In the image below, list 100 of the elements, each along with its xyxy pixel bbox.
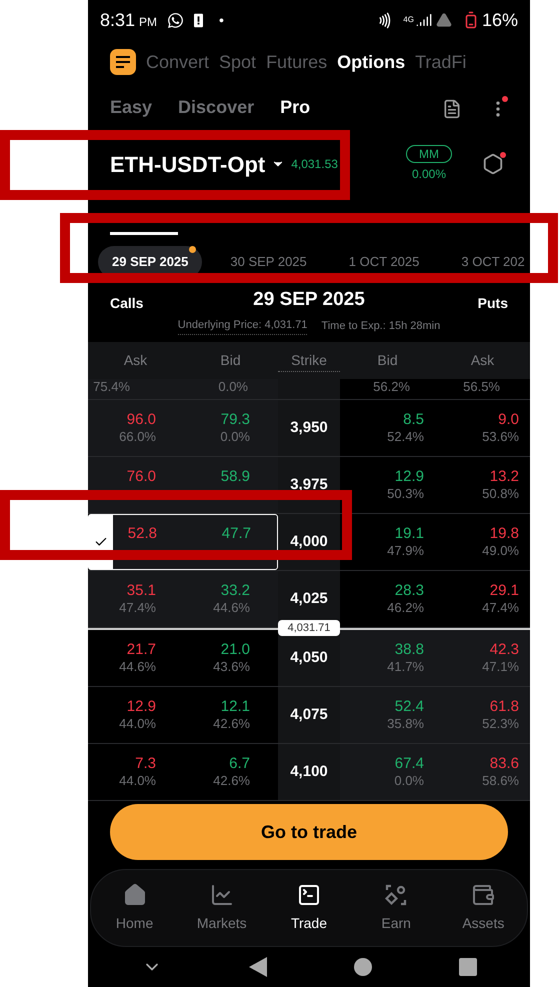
implied-volatility: 47.4% [119, 600, 156, 616]
option-price: 12.9 [394, 468, 424, 486]
option-price: 38.8 [394, 640, 424, 660]
column-header: Strike [278, 350, 340, 372]
implied-volatility: 46.2% [387, 600, 424, 616]
column-header: Bid [219, 351, 242, 370]
implied-volatility: 0.0% [394, 773, 424, 790]
implied-volatility: 44.0% [119, 773, 156, 790]
option-price: 67.4 [394, 754, 424, 774]
option-price: 19.8 [490, 524, 519, 544]
nav-tab[interactable]: Assets [443, 882, 524, 934]
wallet-icon [471, 882, 496, 906]
battery-percent: 16% [482, 8, 518, 32]
strike-cell: 4,075 [278, 687, 340, 743]
implied-volatility: 47.9% [387, 543, 424, 560]
nav-tab[interactable]: Home [94, 882, 175, 934]
recents-icon[interactable] [458, 958, 476, 976]
tab-underline [110, 232, 178, 235]
option-price: 7.3 [135, 754, 156, 774]
option-price: 83.6 [490, 754, 519, 774]
expiry-date-chip[interactable]: 30 SEP 2025 [216, 246, 321, 278]
column-header: Ask [122, 351, 148, 370]
implied-volatility: 50.8% [482, 486, 519, 502]
implied-volatility: 41.7% [387, 659, 424, 676]
mode-tab[interactable]: Discover [178, 84, 254, 134]
call-quote-cell[interactable]: 35.1 47.4% 33.2 44.6% [88, 571, 278, 627]
document-icon[interactable] [442, 99, 462, 119]
implied-volatility: 56.5% [463, 379, 500, 396]
option-price: 12.1 [220, 698, 250, 716]
implied-volatility: 35.8% [387, 716, 424, 732]
nav-tab[interactable]: Earn [356, 882, 436, 934]
mm-badge[interactable]: MM [406, 145, 452, 163]
option-price: 28.3 [394, 582, 424, 600]
implied-volatility: 53.6% [482, 429, 519, 446]
option-price: 21.7 [126, 640, 156, 660]
strike-cell: 3,950 [278, 400, 340, 456]
option-price: 96.0 [126, 410, 156, 430]
product-tab[interactable]: Options [337, 48, 406, 76]
implied-volatility: 52.3% [482, 716, 519, 732]
call-quote-cell[interactable]: 75.4% 0.0% [88, 379, 278, 399]
implied-volatility: 75.4% [93, 379, 130, 396]
nav-tab[interactable]: Markets [182, 882, 262, 934]
call-quote-cell[interactable]: 96.0 66.0% 79.3 0.0% [88, 400, 278, 456]
clock: 8:31 [100, 8, 136, 32]
network-type: 4G [403, 16, 414, 24]
home-button-icon[interactable] [354, 958, 372, 976]
coin-frame-icon [384, 882, 408, 906]
implied-volatility: 50.3% [387, 486, 424, 502]
symbol-name[interactable]: ETH-USDT-Opt [110, 148, 266, 180]
put-quote-cell[interactable]: 67.4 0.0% 83.6 58.6% [340, 744, 530, 800]
chart-icon [210, 882, 234, 906]
option-price: 29.1 [490, 582, 519, 600]
implied-volatility: 43.6% [213, 659, 250, 676]
option-price: 58.9 [220, 468, 250, 486]
puts-label: Puts [476, 294, 508, 313]
clock-period: PM [139, 14, 158, 30]
put-quote-cell[interactable]: 38.8 41.7% 42.3 47.1% [340, 630, 530, 686]
implied-volatility: 42.6% [213, 773, 250, 790]
nav-tab[interactable]: Trade [268, 882, 349, 934]
option-price: 12.9 [126, 698, 156, 716]
implied-volatility: 49.0% [482, 543, 519, 560]
underlying-price: Underlying Price: 4,031.71 [178, 317, 308, 335]
put-quote-cell[interactable]: 52.4 35.8% 61.8 52.3% [340, 687, 530, 743]
implied-volatility: 0.0% [218, 379, 248, 396]
notification-badge [502, 96, 508, 102]
strike-cell: 4,100 [278, 744, 340, 800]
option-price: 47.7 [222, 524, 251, 544]
signal-icon [416, 12, 432, 28]
option-price: 76.0 [126, 468, 156, 486]
implied-volatility: 52.4% [387, 429, 424, 446]
symbol-price: 4,031.53 [291, 156, 338, 173]
implied-volatility: 42.6% [213, 716, 250, 732]
notification-dot: • [219, 10, 224, 30]
back-icon[interactable] [248, 957, 266, 977]
time-to-expiry: Time to Exp.: 15h 28min [321, 318, 440, 334]
expiry-date-chip[interactable]: 1 OCT 2025 [334, 246, 434, 278]
notification-badge [500, 152, 506, 158]
implied-volatility: 44.6% [213, 600, 250, 616]
implied-volatility: 56.2% [373, 379, 410, 396]
option-price: 42.3 [490, 640, 519, 660]
mode-tab[interactable]: Pro [280, 84, 310, 134]
column-header: Bid [376, 351, 399, 370]
implied-volatility: 58.6% [482, 773, 519, 790]
implied-volatility: 47.1% [482, 659, 519, 676]
option-price: 52.8 [128, 524, 157, 544]
notification-badge [189, 246, 196, 254]
go-to-trade-button[interactable]: Go to trade [110, 804, 508, 860]
implied-volatility: 66.0% [119, 429, 156, 446]
mm-value: 0.00% [412, 166, 446, 183]
column-header: Ask [470, 351, 496, 370]
expiry-date-chip[interactable]: 3 OCT 202 [447, 246, 530, 278]
option-price: 61.8 [490, 698, 519, 716]
implied-volatility: 44.0% [119, 716, 156, 732]
option-price: 19.1 [394, 524, 424, 544]
menu-icon[interactable] [110, 49, 136, 75]
option-price: 13.2 [490, 468, 519, 486]
option-price: 79.3 [220, 410, 250, 430]
settings-icon[interactable] [482, 153, 504, 175]
mode-tab[interactable]: Easy [110, 84, 152, 134]
calls-label: Calls [110, 294, 144, 313]
